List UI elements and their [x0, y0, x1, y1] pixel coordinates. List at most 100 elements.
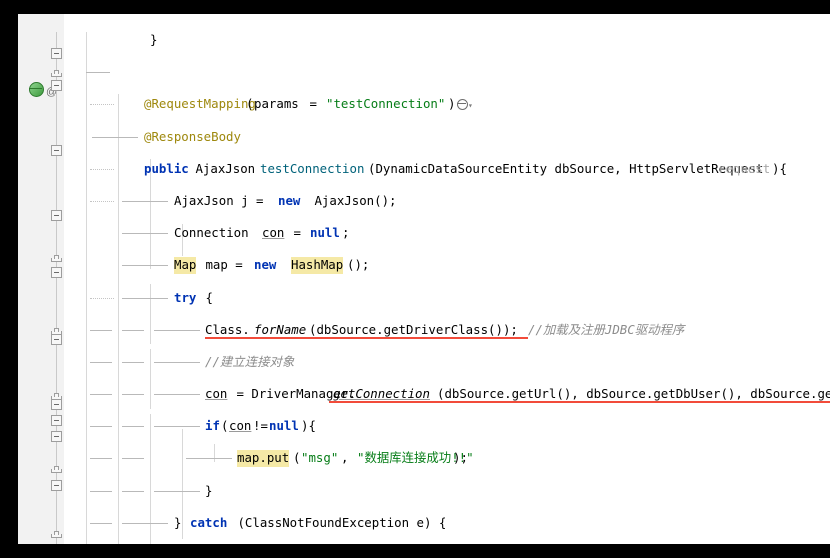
fold-marker-if[interactable] — [51, 210, 62, 221]
code-token-static-method: forName — [254, 321, 307, 337]
indent-dots — [90, 200, 114, 203]
fold-marker-catch-1[interactable] — [51, 267, 62, 278]
code-line: //建立连接对象 — [64, 354, 830, 370]
indent-dash — [122, 200, 168, 202]
indent-dash — [122, 361, 144, 363]
code-token-keyword: null — [269, 418, 299, 434]
code-token-keyword: try — [174, 289, 197, 305]
code-token: } — [150, 32, 158, 47]
code-token: ; — [342, 225, 350, 241]
code-token-highlighted: HashMap — [291, 257, 344, 274]
error-underline — [329, 401, 830, 404]
code-token: } — [205, 482, 213, 498]
fold-marker-finally[interactable] — [51, 399, 62, 410]
code-token-local-var: con — [205, 386, 228, 402]
indent-dash — [186, 458, 232, 460]
code-token-keyword: catch — [190, 514, 228, 530]
code-line: @ResponseBody — [64, 129, 830, 145]
code-text-area[interactable]: } @RequestMapping ( params = "testConnec… — [64, 14, 830, 544]
fold-marker-catch-2[interactable] — [51, 334, 62, 345]
fold-end-marker-6[interactable] — [51, 531, 62, 538]
indent-dash — [122, 329, 144, 331]
code-token: AjaxJson — [188, 160, 263, 176]
code-line: map.put ( "msg" , "数据库连接成功!!" ); — [64, 450, 830, 467]
indent-dash — [154, 394, 200, 396]
code-token-local-var: con — [262, 225, 285, 241]
code-token-keyword: new — [254, 257, 277, 273]
indent-dash — [122, 490, 144, 492]
fold-marker-try[interactable] — [51, 145, 62, 156]
indent-dash — [154, 426, 200, 428]
code-editor-window: 23 ✓ ▲ @ } — [18, 14, 830, 544]
code-token: map = — [198, 257, 251, 273]
indent-dash — [92, 136, 138, 138]
indent-dash — [154, 329, 200, 331]
code-token-comment: //建立连接对象 — [205, 353, 295, 369]
code-token: (DynamicDataSourceEntity dbSource, HttpS… — [368, 160, 771, 176]
fold-marker-method[interactable] — [51, 80, 62, 91]
indent-dots — [90, 297, 114, 300]
code-token: ) — [448, 96, 456, 112]
code-line: if ( con != null ){ — [64, 418, 830, 434]
indent-dash — [154, 361, 200, 363]
indent-dash — [90, 361, 112, 363]
code-token-static-method: getConnection — [333, 386, 430, 402]
indent-dash — [90, 490, 112, 492]
code-line: } — [64, 32, 830, 48]
indent-dash — [90, 394, 112, 396]
code-line: Connection con = null ; — [64, 225, 830, 241]
fold-end-marker-2[interactable] — [51, 255, 62, 262]
code-token: != — [253, 418, 268, 434]
indent-dash — [90, 522, 112, 524]
green-globe-icon[interactable] — [29, 82, 45, 98]
indent-dash — [90, 458, 112, 460]
fold-marker-annotation[interactable] — [51, 48, 62, 59]
code-token: Connection — [174, 225, 257, 241]
code-line: con = DriverManager. getConnection (dbSo… — [64, 386, 830, 404]
code-token-keyword: null — [310, 225, 340, 241]
code-line: AjaxJson j = new AjaxJson(); — [64, 193, 830, 209]
code-line: @RequestMapping ( params = "testConnecti… — [64, 96, 830, 112]
fold-marker-inner-try[interactable] — [51, 415, 62, 426]
globe-link-icon[interactable]: ▾ — [457, 97, 473, 114]
code-line: Class. forName (dbSource.getDriverClass(… — [64, 321, 830, 339]
code-token-method: testConnection — [260, 160, 365, 176]
code-token: } — [174, 514, 189, 530]
indent-dash — [122, 233, 168, 235]
code-token-keyword: new — [278, 192, 301, 208]
code-token: = — [286, 225, 309, 241]
code-token: (dbSource.getDriverClass()); — [309, 321, 518, 337]
fold-end-marker-1[interactable] — [51, 70, 62, 77]
indent-dash — [122, 458, 144, 460]
code-token-keyword: if — [205, 418, 220, 434]
code-token: (dbSource.getUrl(), dbSource.getDbUser()… — [437, 386, 830, 402]
indent-dash — [122, 297, 168, 299]
code-token: AjaxJson(); — [307, 192, 397, 208]
code-line: } catch (ClassNotFoundException e) { — [64, 515, 830, 531]
code-token-highlighted: Map — [174, 257, 197, 274]
indent-dash — [122, 426, 144, 428]
code-token: = — [302, 96, 325, 112]
code-token-local-var: con — [229, 418, 252, 434]
indent-dash — [154, 490, 200, 492]
indent-dots — [90, 104, 114, 106]
code-token: { — [198, 289, 213, 305]
code-token-unused-param: request — [718, 160, 771, 176]
code-token-keyword: public — [144, 160, 189, 176]
fold-marker-catch-3[interactable] — [51, 480, 62, 491]
code-token: Class. — [205, 321, 250, 337]
code-line: try { — [64, 290, 830, 306]
code-token-string: "testConnection" — [326, 96, 446, 112]
code-line: Map map = new HashMap (); — [64, 257, 830, 274]
fold-marker-inner-if[interactable] — [51, 431, 62, 442]
code-token: ){ — [772, 160, 787, 176]
fold-end-marker-5[interactable] — [51, 466, 62, 473]
code-token: ){ — [301, 418, 316, 434]
code-line: public AjaxJson testConnection (DynamicD… — [64, 161, 830, 177]
code-token: ); — [453, 450, 468, 466]
code-token: params — [254, 96, 299, 112]
code-token-string: "msg" — [301, 450, 339, 466]
error-underline — [205, 336, 528, 339]
code-line-blank — [64, 64, 830, 80]
